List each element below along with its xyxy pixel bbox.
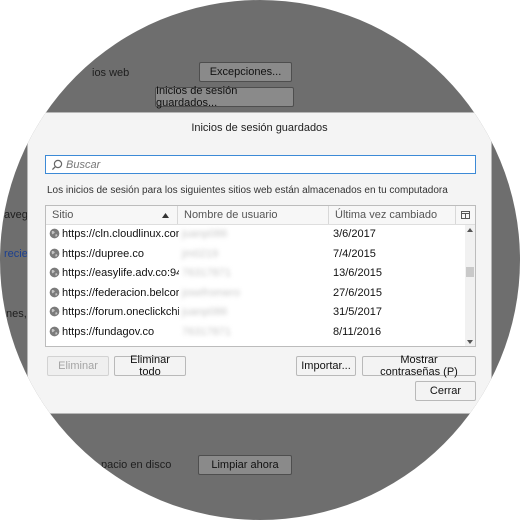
scroll-up-icon xyxy=(467,228,473,232)
row-date: 31/5/2017 xyxy=(333,306,382,318)
globe-icon xyxy=(49,267,60,278)
import-button[interactable]: Importar... xyxy=(296,356,356,376)
saved-logins-button[interactable]: Inicios de sesión guardados... xyxy=(155,85,294,109)
row-username: 76317871 xyxy=(182,325,231,338)
table-row[interactable]: https://dupree.co jm0219 7/4/2015 xyxy=(46,245,466,265)
column-picker-icon xyxy=(461,211,470,219)
magnified-screenshot: ios web Excepciones... Inicios de sesión… xyxy=(0,0,520,520)
background-disk-text: pacio en disco xyxy=(101,459,172,471)
column-header-last-changed[interactable]: Última vez cambiado xyxy=(328,206,455,224)
row-date: 7/4/2015 xyxy=(333,247,376,260)
row-site: https://cln.cloudlinux.com xyxy=(62,228,179,240)
dialog-description: Los inicios de sesión para los siguiente… xyxy=(47,185,448,196)
table-row[interactable]: https://cln.cloudlinux.com juanp086 3/6/… xyxy=(46,225,466,245)
row-site: https://dupree.co xyxy=(62,247,144,260)
saved-logins-dialog: Inicios de sesión guardados Los inicios … xyxy=(27,112,492,414)
scrollbar-thumb[interactable] xyxy=(466,267,474,277)
clear-now-button[interactable]: Limpiar ahora xyxy=(198,455,292,475)
row-site: https://easylife.adv.co:9453 xyxy=(62,267,179,279)
row-site: https://federacion.belcorp.biz xyxy=(62,286,179,299)
remove-button[interactable]: Eliminar xyxy=(47,356,109,376)
logins-table: Sitio Nombre de usuario Última vez cambi… xyxy=(45,205,476,347)
row-username: juanp086 xyxy=(182,228,228,240)
globe-icon xyxy=(49,306,60,317)
row-date: 27/6/2015 xyxy=(333,286,382,299)
row-site: https://fundagov.co xyxy=(62,325,155,338)
exceptions-button[interactable]: Excepciones... xyxy=(199,62,292,82)
search-box[interactable] xyxy=(45,155,476,174)
table-row[interactable]: https://fundagov.co 76317871 8/11/2016 xyxy=(46,323,466,343)
table-row[interactable]: https://forum.oneclickchicks.com juanp08… xyxy=(46,303,466,323)
table-header: Sitio Nombre de usuario Última vez cambi… xyxy=(46,206,475,225)
globe-icon xyxy=(49,287,60,297)
column-header-username[interactable]: Nombre de usuario xyxy=(177,206,328,224)
close-button[interactable]: Cerrar xyxy=(415,381,476,401)
sort-ascending-icon xyxy=(162,213,169,218)
show-passwords-button[interactable]: Mostrar contraseñas (P) xyxy=(362,354,476,378)
search-input[interactable] xyxy=(64,158,475,171)
vertical-scrollbar[interactable] xyxy=(465,225,475,346)
dialog-title: Inicios de sesión guardados xyxy=(191,122,328,134)
table-row[interactable]: https://federacion.belcorp.biz josefrome… xyxy=(46,284,466,304)
row-username: jm0219 xyxy=(182,247,219,260)
remove-all-button[interactable]: Eliminar todo xyxy=(114,354,186,378)
row-date: 3/6/2017 xyxy=(333,228,376,240)
column-header-site[interactable]: Sitio xyxy=(46,206,177,224)
globe-icon xyxy=(49,248,60,258)
globe-icon xyxy=(49,228,60,239)
row-date: 8/11/2016 xyxy=(333,325,382,338)
row-site: https://forum.oneclickchicks.com xyxy=(62,306,179,318)
background-left-text-2: nes, xyxy=(6,308,27,320)
table-body: https://cln.cloudlinux.com juanp086 3/6/… xyxy=(46,225,466,342)
row-username: josefromero xyxy=(182,286,241,299)
row-username: 76317871 xyxy=(182,267,231,279)
globe-icon xyxy=(49,326,60,336)
search-icon xyxy=(51,159,63,170)
scroll-down-icon xyxy=(467,340,473,344)
column-picker[interactable] xyxy=(455,206,475,224)
row-date: 13/6/2015 xyxy=(333,267,382,279)
table-row[interactable]: https://easylife.adv.co:9453 76317871 13… xyxy=(46,264,466,284)
background-section-text: ios web xyxy=(92,67,130,79)
row-username: juanp086 xyxy=(182,306,228,318)
